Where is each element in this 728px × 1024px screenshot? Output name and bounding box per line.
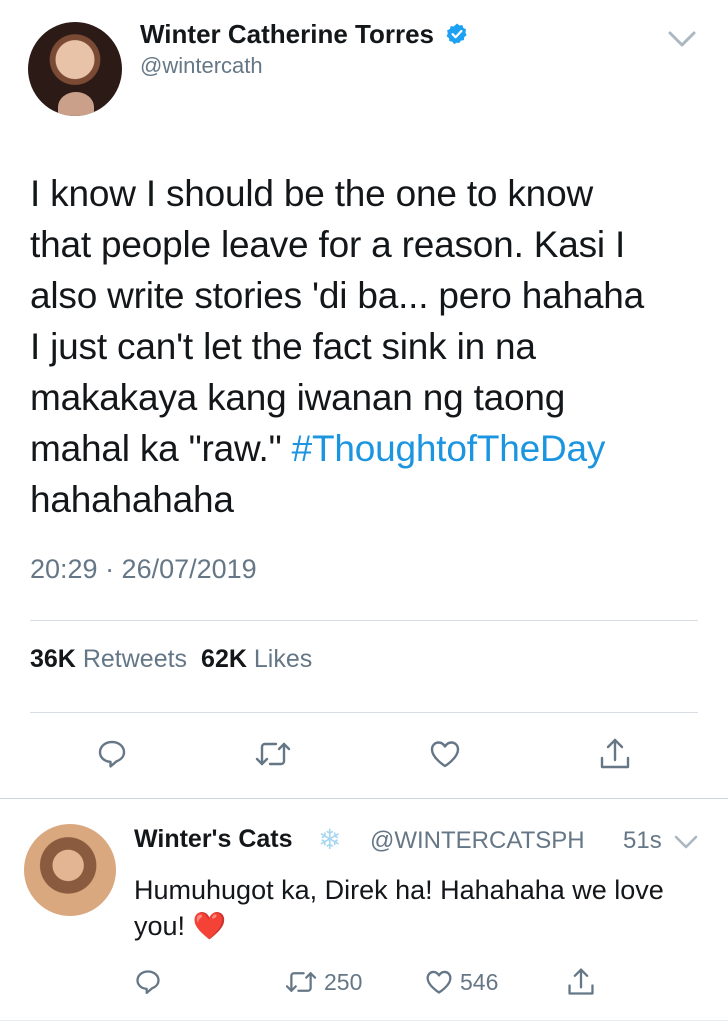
snowflake-icon: ❄ (318, 824, 342, 855)
tweet-text-segment: mahal ka "raw." (30, 428, 292, 469)
reply-author-name[interactable]: Winter's Cats (134, 825, 293, 854)
like-button[interactable] (428, 738, 462, 775)
tweet-text: I know I should be the one to know that … (30, 168, 710, 525)
thread-separator (0, 798, 728, 799)
reply-reply-button[interactable] (134, 968, 162, 996)
reply-like-count: 546 (460, 968, 499, 995)
author-name-row[interactable]: Winter Catherine Torres (140, 19, 469, 53)
reply-share-button[interactable] (566, 966, 596, 998)
engagement-stats: 36K Retweets 62K Likes (30, 645, 312, 674)
author-handle[interactable]: @wintercath (140, 53, 263, 79)
author-name[interactable]: Winter Catherine Torres (140, 19, 434, 49)
likes-count: 62K (201, 645, 247, 673)
tweet-text-line: also write stories 'di ba... pero hahaha (30, 275, 645, 316)
chevron-down-icon[interactable] (672, 832, 700, 857)
retweet-icon (285, 972, 317, 992)
verified-badge-icon (445, 22, 469, 53)
like-icon (430, 741, 460, 768)
chevron-down-icon[interactable] (666, 28, 698, 55)
divider (0, 1020, 728, 1021)
hashtag-link[interactable]: #ThoughtofTheDay (292, 428, 606, 469)
reply-like-button[interactable]: 546 (424, 968, 498, 996)
reply-icon (136, 970, 160, 994)
tweet-timestamp[interactable]: 20:29 · 26/07/2019 (30, 554, 257, 585)
reply-author-handle[interactable]: @WINTERCATSPH (370, 827, 585, 855)
tweet-text-line: hahahahaha (30, 479, 234, 520)
tweet-text-line: mahal ka "raw." #ThoughtofTheDay (30, 423, 710, 474)
heart-emoji: ❤️ (192, 911, 227, 941)
likes-stat[interactable]: 62K Likes (201, 645, 312, 673)
tweet-text-line: I know I should be the one to know (30, 173, 593, 214)
reply-button[interactable] (96, 738, 128, 775)
divider (30, 712, 698, 713)
reply-tweet[interactable]: Winter's Cats ❄ @WINTERCATSPH 51s Humuhu… (0, 800, 728, 1024)
reply-retweet-button[interactable]: 250 (284, 968, 362, 996)
share-icon (600, 738, 630, 769)
tweet-text-line: that people leave for a reason. Kasi I (30, 224, 626, 265)
retweets-label: Retweets (82, 645, 188, 673)
retweets-stat[interactable]: 36K Retweets (30, 645, 187, 673)
tweet-text-line: makakaya kang iwanan ng taong (30, 377, 566, 418)
like-icon (426, 970, 452, 994)
author-avatar[interactable] (28, 22, 122, 116)
share-button[interactable] (598, 736, 632, 777)
tweet-text-line: I just can't let the fact sink in na (30, 326, 536, 367)
reply-author-avatar[interactable] (24, 824, 116, 916)
likes-label: Likes (253, 645, 313, 673)
retweet-icon (255, 742, 291, 766)
reply-time: 51s (623, 827, 662, 854)
reply-icon (98, 740, 126, 768)
main-tweet: Winter Catherine Torres @wintercath I kn… (0, 0, 728, 800)
retweet-button[interactable] (254, 738, 292, 775)
reply-text: Humuhugot ka, Direk ha! Hahahaha we love… (134, 872, 704, 944)
reply-retweet-count: 250 (324, 968, 363, 995)
share-icon (568, 968, 594, 995)
retweets-count: 36K (30, 645, 76, 673)
divider (30, 620, 698, 621)
